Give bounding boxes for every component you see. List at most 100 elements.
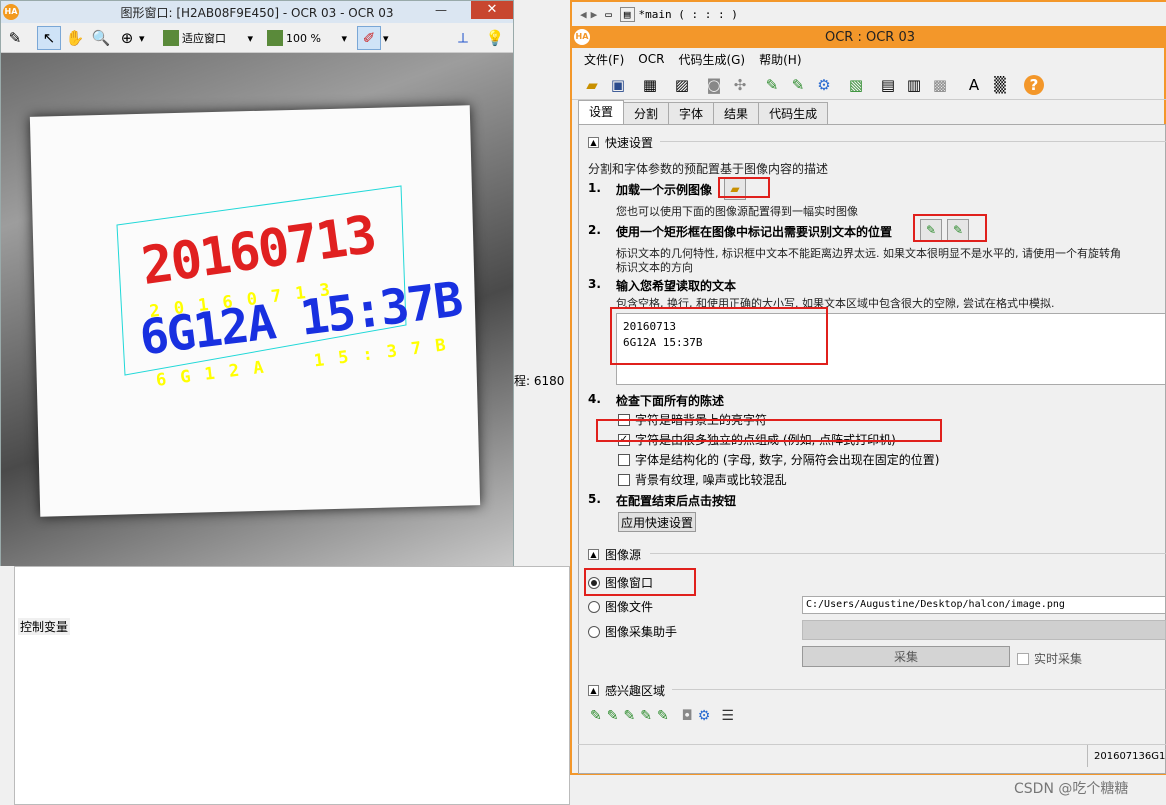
- check-textured-background[interactable]: 背景有纹理, 噪声或比较混乱: [618, 471, 787, 488]
- camera-icon[interactable]: ◙: [702, 73, 726, 97]
- settings-icon[interactable]: ✣: [728, 73, 752, 97]
- image-file-path-input[interactable]: C:/Users/Augustine/Desktop/halcon/image.…: [802, 596, 1166, 614]
- halcon-logo-icon: HA: [3, 4, 19, 20]
- step-1-title: 加载一个示例图像: [616, 183, 713, 197]
- folder-icon[interactable]: ▭: [605, 8, 612, 21]
- radio[interactable]: [588, 600, 600, 613]
- draw-circle-roi-icon[interactable]: ✎: [590, 708, 602, 724]
- checkbox-label: 字体是结构化的 (字母, 数字, 分隔符会出现在固定的位置): [635, 453, 940, 467]
- main-procedure-tab[interactable]: *main ( : : : ): [639, 8, 738, 21]
- draw-rotated-roi-icon[interactable]: ✎: [786, 73, 810, 97]
- chevron-down-icon[interactable]: ▾: [383, 28, 389, 48]
- load-image-icon[interactable]: ▦: [638, 73, 662, 97]
- graphics-toolbar: ✎ ↖ ✋ 🔍 ⊕ ▾ 适应窗口 ▾ 100 % ▾ ✐ ▾ ⟂ 💡: [1, 23, 513, 53]
- progress-text: 程: 6180: [514, 374, 565, 388]
- menu-code-generation[interactable]: 代码生成(G): [678, 51, 745, 68]
- live-capture-checkbox[interactable]: 实时采集: [1017, 650, 1082, 667]
- combine-roi-icon[interactable]: ⚙: [698, 708, 711, 724]
- font-icon[interactable]: A: [962, 73, 986, 97]
- image-source-title: 图像源: [605, 548, 642, 562]
- roi-toolbar: ✎ ✎ ✎ ✎ ✎ ◘ ⚙ ☰: [590, 708, 734, 724]
- check-structured-font[interactable]: 字体是结构化的 (字母, 数字, 分隔符会出现在固定的位置): [618, 451, 939, 468]
- hand-icon[interactable]: ✋: [63, 26, 87, 50]
- settings-panel: [578, 124, 1166, 774]
- list-icon[interactable]: ☰: [721, 708, 734, 724]
- app-toolbar: ▰ ▣ ▦ ▨ ◙ ✣ ✎ ✎ ⚙ ▧ ▤ ▥ ▩ A ▒ ?: [572, 70, 1166, 100]
- step-2-title: 使用一个矩形框在图像中标记出需要识别文本的位置: [616, 225, 893, 239]
- lightbulb-icon[interactable]: 💡: [483, 26, 507, 50]
- fit-window-icon: [163, 30, 179, 46]
- quick-settings-header[interactable]: ▲ 快速设置: [588, 134, 653, 151]
- tab-segmentation[interactable]: 分割: [623, 102, 670, 124]
- control-variables-panel[interactable]: [14, 566, 570, 805]
- apply-quick-settings-button[interactable]: 应用快速设置: [618, 512, 696, 532]
- magnifier-icon[interactable]: 🔍: [89, 26, 113, 50]
- app-title-bar: HA OCR : OCR 03: [572, 26, 1166, 48]
- save-icon[interactable]: ▣: [606, 73, 630, 97]
- chart-icon[interactable]: ▧: [844, 73, 868, 97]
- pointer-icon[interactable]: ↖: [37, 26, 61, 50]
- draw-polygon-roi-icon[interactable]: ✎: [657, 708, 669, 724]
- fit-window-dropdown[interactable]: 适应窗口 ▾: [163, 28, 253, 48]
- graphics-window: 图形窗口: [H2AB08F9E450] - OCR 03 - OCR 03 H…: [0, 0, 514, 566]
- acquisition-selector: [802, 620, 1166, 640]
- roi-header[interactable]: ▲ 感兴趣区域: [588, 682, 665, 699]
- radio-acquisition-assistant[interactable]: 图像采集助手: [588, 623, 677, 640]
- zoom-in-icon[interactable]: ⊕: [115, 26, 139, 50]
- help-icon[interactable]: ?: [1024, 75, 1044, 95]
- zoom-icon: [267, 30, 283, 46]
- document-icon[interactable]: ▤: [876, 73, 900, 97]
- menu-help[interactable]: 帮助(H): [759, 51, 801, 68]
- menu-file[interactable]: 文件(F): [584, 51, 624, 68]
- watermark: CSDN @吃个糖糖: [1014, 781, 1129, 797]
- draw-rectangle-roi-icon[interactable]: ✎: [607, 708, 619, 724]
- highlight-box: [610, 307, 828, 365]
- step-1-number: 1.: [588, 181, 601, 195]
- zoom-dropdown[interactable]: 100 % ▾: [267, 28, 347, 48]
- run-icon[interactable]: ⚙: [812, 73, 836, 97]
- highlight-box: [596, 419, 942, 442]
- close-button[interactable]: ✕: [471, 1, 513, 19]
- tab-code-generation[interactable]: 代码生成: [758, 102, 829, 124]
- step-1-hint: 您也可以使用下面的图像源配置得到一幅实时图像: [616, 205, 858, 218]
- image-source-header[interactable]: ▲ 图像源: [588, 546, 641, 563]
- radio[interactable]: [588, 625, 600, 638]
- open-image-icon[interactable]: ▨: [670, 73, 694, 97]
- highlight-box: [718, 177, 770, 198]
- draw-roi-icon[interactable]: ✎: [760, 73, 784, 97]
- tab-font[interactable]: 字体: [668, 102, 715, 124]
- draw-rotated-rectangle-roi-icon[interactable]: ✎: [623, 708, 635, 724]
- edit-icon[interactable]: ✎: [3, 26, 27, 50]
- print-icon[interactable]: ▩: [928, 73, 952, 97]
- image-canvas[interactable]: 20160713 6G12A 15:37B 2 0 1 6 0 7 1 3 6 …: [1, 53, 513, 566]
- zoom-label: 100 %: [286, 31, 321, 45]
- paint-brush-icon[interactable]: ✐: [357, 26, 381, 50]
- menu-ocr[interactable]: OCR: [638, 52, 664, 66]
- divider: [672, 689, 1166, 690]
- divider: [650, 553, 1166, 554]
- clear-roi-icon[interactable]: ◘: [682, 708, 693, 724]
- texture-icon[interactable]: ▒: [988, 73, 1012, 97]
- axes-icon[interactable]: ⟂: [451, 26, 475, 50]
- back-arrow-icon[interactable]: ◀: [580, 8, 587, 21]
- minimize-button[interactable]: —: [421, 3, 461, 19]
- checkbox[interactable]: [618, 453, 630, 466]
- step-2-number: 2.: [588, 223, 601, 237]
- draw-ellipse-roi-icon[interactable]: ✎: [640, 708, 652, 724]
- step-3-number: 3.: [588, 277, 601, 291]
- divider: [660, 141, 1166, 142]
- tab-settings[interactable]: 设置: [578, 100, 625, 124]
- checkbox[interactable]: [1017, 652, 1029, 665]
- tab-results[interactable]: 结果: [713, 102, 760, 124]
- forward-arrow-icon[interactable]: ▶: [591, 8, 598, 21]
- checkbox[interactable]: [618, 473, 630, 486]
- chevron-down-icon[interactable]: ▾: [139, 28, 145, 48]
- highlight-box: [913, 214, 987, 242]
- open-folder-icon[interactable]: ▰: [580, 73, 604, 97]
- procedure-icon: ▤: [619, 7, 635, 22]
- capture-button[interactable]: 采集: [802, 646, 1010, 667]
- status-text: 201607136G12: [1087, 745, 1166, 767]
- radio-image-file[interactable]: 图像文件: [588, 598, 653, 615]
- export-icon[interactable]: ▥: [902, 73, 926, 97]
- status-divider: [578, 744, 1166, 745]
